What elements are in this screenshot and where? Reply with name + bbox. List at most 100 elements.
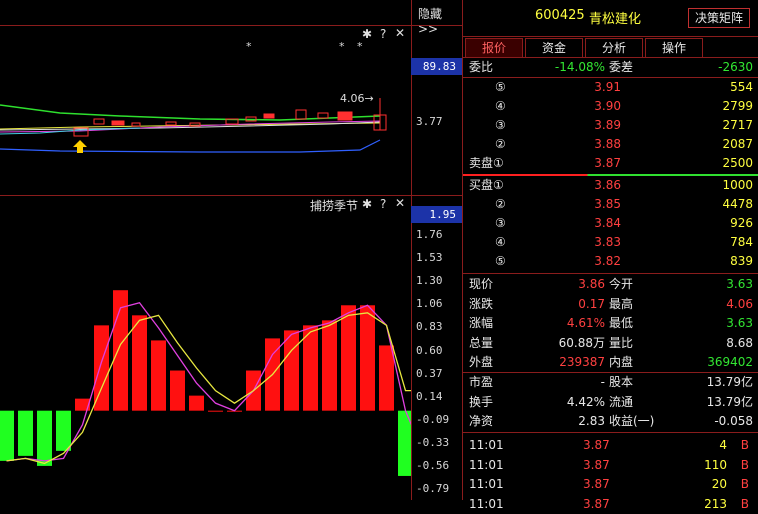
buy-level-row: ② 3.85 4478 bbox=[463, 195, 758, 214]
close-icon[interactable]: ✕ bbox=[395, 196, 405, 210]
buy-level-label: 买盘① bbox=[469, 178, 504, 192]
sell-level-label: 卖盘① bbox=[469, 156, 504, 170]
buy-level-price: 3.86 bbox=[594, 178, 621, 192]
help-icon[interactable]: ? bbox=[380, 197, 386, 211]
tick-time: 11:01 bbox=[469, 496, 504, 511]
fundamental-value: - bbox=[600, 375, 605, 389]
sell-level-price: 3.87 bbox=[594, 156, 621, 170]
price-highlight: 89.83 bbox=[411, 58, 462, 75]
indicator-bar bbox=[56, 410, 71, 451]
quote-value: 8.68 bbox=[726, 335, 753, 350]
sell-level-price: 3.88 bbox=[594, 137, 621, 151]
star-marker: * bbox=[357, 40, 363, 53]
sell-level-price: 3.89 bbox=[594, 118, 621, 132]
quote-label: 量比 bbox=[609, 335, 634, 350]
tick-row: 11:01 3.87 110 B bbox=[463, 456, 758, 475]
tick-price: 3.87 bbox=[583, 438, 610, 452]
sell-level-volume: 2500 bbox=[722, 156, 753, 170]
order-ratio-row: 委比 -14.08% 委差 -2630 bbox=[469, 60, 753, 74]
fundamental-label: 收益(一) bbox=[609, 414, 655, 428]
sell-level-row: 卖盘① 3.87 2500 bbox=[463, 154, 758, 173]
tick-row: 11:01 3.87 20 B bbox=[463, 475, 758, 494]
tick-row: 11:01 3.87 213 B bbox=[463, 495, 758, 514]
indicator-axis-label: 1.06 bbox=[416, 297, 443, 311]
star-marker: * bbox=[246, 40, 252, 53]
indicator-axis-label: 1.76 bbox=[416, 228, 443, 241]
tick-side: B bbox=[740, 496, 749, 511]
quote-label: 内盘 bbox=[609, 355, 634, 369]
quote-label: 总量 bbox=[469, 335, 494, 350]
buy-level-volume: 4478 bbox=[722, 197, 753, 211]
hide-panel-button[interactable]: 隐藏>> bbox=[418, 5, 462, 36]
fundamental-label: 股本 bbox=[609, 375, 634, 389]
buy-level-row: ⑤ 3.82 839 bbox=[463, 252, 758, 271]
tab-quote[interactable]: 报价 bbox=[465, 38, 523, 58]
buy-level-row: ③ 3.84 926 bbox=[463, 214, 758, 233]
buy-level-label: ⑤ bbox=[495, 254, 506, 268]
tick-time: 11:01 bbox=[469, 438, 504, 452]
fundamental-value: 2.83 bbox=[578, 414, 605, 428]
quote-value: 4.06 bbox=[726, 296, 753, 311]
tab-funds[interactable]: 资金 bbox=[525, 38, 583, 58]
ma-blue-line bbox=[0, 139, 381, 153]
buy-level-label: ③ bbox=[495, 216, 506, 230]
quote-row: 涨跌 0.17 最高 4.06 bbox=[463, 295, 758, 314]
quote-value: 239387 bbox=[559, 355, 605, 369]
chart-area[interactable]: 隐藏>> ✱ ? ✕ 89.83 3.77 4.06→ * * * 捕捞季节 ✱… bbox=[0, 0, 462, 500]
buy-level-row: ④ 3.83 784 bbox=[463, 233, 758, 252]
buy-level-price: 3.82 bbox=[594, 254, 621, 268]
sell-level-volume: 2799 bbox=[722, 99, 753, 113]
sell-level-label: ③ bbox=[495, 118, 506, 132]
star-marker: * bbox=[339, 40, 345, 53]
buy-level-price: 3.83 bbox=[594, 235, 621, 249]
tick-price: 3.87 bbox=[583, 496, 610, 511]
tick-price: 3.87 bbox=[583, 457, 610, 472]
fundamental-value: 13.79亿 bbox=[706, 375, 753, 389]
tick-volume: 213 bbox=[704, 496, 727, 511]
tab-operation[interactable]: 操作 bbox=[645, 38, 703, 58]
tab-analysis[interactable]: 分析 bbox=[585, 38, 643, 58]
stock-name: 青松建化 bbox=[589, 12, 642, 27]
fundamental-row: 市盈 - 股本 13.79亿 bbox=[463, 373, 758, 392]
sell-level-label: ④ bbox=[495, 99, 506, 113]
sell-level-price: 3.91 bbox=[594, 80, 621, 94]
buy-level-volume: 926 bbox=[730, 216, 753, 230]
quote-label: 最低 bbox=[609, 316, 634, 330]
quote-value: 3.63 bbox=[726, 277, 753, 291]
fundamental-row: 换手 4.42% 流通 13.79亿 bbox=[463, 393, 758, 412]
quote-label: 最高 bbox=[609, 296, 634, 311]
buy-level-volume: 839 bbox=[730, 254, 753, 268]
buy-level-label: ② bbox=[495, 197, 506, 211]
indicator-chart bbox=[0, 290, 411, 476]
quote-panel: 600425 青松建化 决策矩阵 报价 资金 分析 操作 委比 -14.08% … bbox=[462, 0, 758, 511]
indicator-axis-label: -0.79 bbox=[416, 482, 450, 496]
fundamental-value: 13.79亿 bbox=[706, 394, 753, 409]
tick-time: 11:01 bbox=[469, 477, 504, 491]
tick-side: B bbox=[740, 457, 749, 472]
buy-level-label: ④ bbox=[495, 235, 506, 249]
quote-row: 外盘 239387 内盘 369402 bbox=[463, 353, 758, 372]
sell-level-volume: 2087 bbox=[722, 137, 753, 151]
tick-side: B bbox=[740, 438, 749, 452]
buy-level-price: 3.84 bbox=[594, 216, 621, 230]
indicator-bar bbox=[94, 325, 109, 411]
tick-time: 11:01 bbox=[469, 457, 504, 472]
buy-level-volume: 1000 bbox=[722, 178, 753, 192]
quote-row: 总量 60.88万 量比 8.68 bbox=[463, 334, 758, 353]
indicator-axis-label: 0.60 bbox=[416, 343, 443, 357]
indicator-highlight: 1.95 bbox=[411, 206, 462, 223]
quote-label: 现价 bbox=[469, 277, 494, 291]
indicator-bar bbox=[208, 410, 223, 412]
buy-level-row: 买盘① 3.86 1000 bbox=[463, 176, 758, 195]
indicator-bar bbox=[360, 305, 375, 411]
decision-matrix-button[interactable]: 决策矩阵 bbox=[688, 8, 750, 28]
sell-level-label: ⑤ bbox=[495, 80, 506, 94]
tick-side: B bbox=[740, 477, 749, 491]
indicator-axis-label: 0.37 bbox=[416, 366, 443, 380]
settings-icon[interactable]: ✱ bbox=[362, 197, 372, 211]
sell-level-row: ② 3.88 2087 bbox=[463, 135, 758, 154]
fundamental-label: 换手 bbox=[469, 394, 494, 409]
indicator-axis-label: 0.14 bbox=[416, 389, 443, 403]
sell-level-volume: 2717 bbox=[722, 118, 753, 132]
indicator-bar bbox=[170, 370, 185, 411]
